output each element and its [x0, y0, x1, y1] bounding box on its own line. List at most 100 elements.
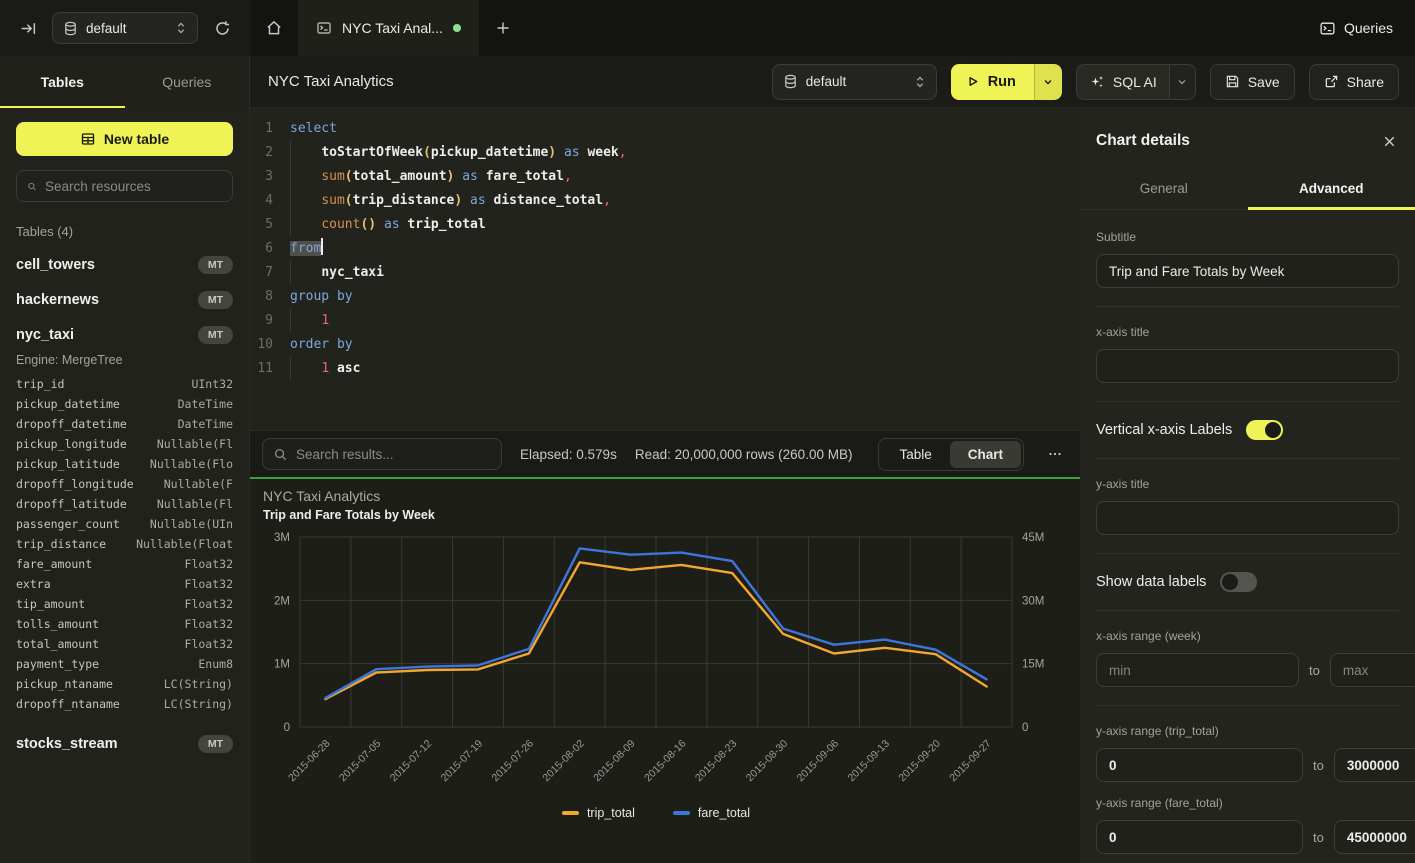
toggle-knob — [1265, 422, 1281, 438]
tab-nyc-taxi-analytics[interactable]: NYC Taxi Anal... — [298, 0, 479, 56]
subtitle-input[interactable] — [1096, 254, 1399, 288]
refresh-button[interactable] — [208, 14, 236, 42]
queries-button[interactable]: Queries — [1319, 20, 1393, 37]
column-name: dropoff_latitude — [16, 497, 127, 511]
line-number: 9 — [250, 309, 290, 333]
x-axis-label: 2015-08-30 — [744, 738, 791, 785]
results-more-button[interactable] — [1042, 446, 1068, 462]
to-label: to — [1313, 758, 1324, 773]
resource-search-input[interactable] — [45, 179, 222, 194]
save-button-label: Save — [1248, 74, 1280, 90]
column-type: UInt32 — [191, 377, 233, 391]
share-icon — [1324, 74, 1339, 89]
right-axis-tick: 30M — [1022, 595, 1044, 607]
chart-details-body: Subtitle x-axis title Vertical x-axis La… — [1080, 210, 1415, 863]
y-axis-title-input[interactable] — [1096, 501, 1399, 535]
y-range-fare-min-input[interactable] — [1096, 820, 1303, 854]
tab-advanced[interactable]: Advanced — [1248, 170, 1415, 209]
left-axis-tick: 2M — [274, 595, 290, 607]
column-name: trip_distance — [16, 537, 106, 551]
table-row[interactable]: cell_towersMT — [16, 256, 233, 274]
column-type: DateTime — [178, 417, 233, 431]
column-row: extraFloat32 — [16, 577, 233, 597]
home-button[interactable] — [250, 0, 298, 56]
sparkles-icon — [1089, 74, 1105, 90]
y-range-trip-min-input[interactable] — [1096, 748, 1303, 782]
new-tab-button[interactable] — [479, 0, 527, 56]
results-search-input[interactable] — [296, 447, 491, 462]
ellipsis-icon — [1047, 446, 1063, 462]
chart-view-button[interactable]: Chart — [950, 441, 1021, 468]
sql-ai-button[interactable]: SQL AI — [1076, 64, 1196, 100]
sql-editor[interactable]: 1select2 toStartOfWeek(pickup_datetime) … — [250, 108, 1080, 430]
chevron-down-icon — [1042, 76, 1054, 88]
table-view-button[interactable]: Table — [881, 441, 949, 468]
y-range-trip-max-input[interactable] — [1334, 748, 1415, 782]
tables-list: cell_towersMThackernewsMTnyc_taxiMTEngin… — [16, 256, 233, 753]
x-axis-label: 2015-07-26 — [490, 738, 537, 785]
y-axis-title-label: y-axis title — [1096, 477, 1399, 491]
column-type: Nullable(UIn — [150, 517, 233, 531]
column-name: passenger_count — [16, 517, 120, 531]
toolbar-database-value: default — [806, 74, 847, 89]
resource-search[interactable] — [16, 170, 233, 202]
editor-line: 1select — [250, 117, 1080, 141]
search-icon — [27, 179, 37, 194]
database-selector[interactable]: default — [52, 12, 198, 44]
sql-console-app: default NYC Taxi Anal... — [0, 0, 1415, 863]
sidebar-tabs: Tables Queries — [0, 56, 250, 108]
line-number: 2 — [250, 141, 290, 165]
tab-general[interactable]: General — [1080, 170, 1248, 209]
to-label: to — [1309, 663, 1320, 678]
legend-item-fare_total[interactable]: fare_total — [673, 806, 750, 820]
collapse-sidebar-button[interactable] — [14, 14, 42, 42]
x-axis-title-label: x-axis title — [1096, 325, 1399, 339]
engine-badge: MT — [198, 735, 233, 753]
to-label: to — [1313, 830, 1324, 845]
collapse-sidebar-icon — [20, 20, 37, 37]
vertical-x-axis-labels-toggle[interactable] — [1246, 420, 1283, 440]
table-row[interactable]: stocks_streamMT — [16, 735, 233, 753]
table-row[interactable]: nyc_taxiMT — [16, 326, 233, 344]
line-number: 3 — [250, 165, 290, 189]
new-table-button[interactable]: New table — [16, 122, 233, 156]
editor-line: 7 nyc_taxi — [250, 261, 1080, 285]
top-bar: default NYC Taxi Anal... — [0, 0, 1415, 56]
chart-details-panel: Chart details General Advanced Subtitle … — [1080, 108, 1415, 863]
results-search[interactable] — [262, 438, 502, 470]
x-axis-label: 2015-07-05 — [337, 738, 384, 785]
top-bar-right: Queries — [1319, 0, 1415, 56]
toolbar-database-selector[interactable]: default — [772, 64, 937, 100]
search-icon — [273, 447, 288, 462]
database-selector-value: default — [86, 21, 127, 36]
x-axis-label: 2015-07-12 — [388, 738, 435, 785]
save-button[interactable]: Save — [1210, 64, 1295, 100]
show-data-labels-toggle[interactable] — [1220, 572, 1257, 592]
sql-ai-main[interactable]: SQL AI — [1077, 65, 1169, 99]
sidebar-tab-tables[interactable]: Tables — [0, 56, 125, 108]
share-button[interactable]: Share — [1309, 64, 1399, 100]
column-row: dropoff_longitudeNullable(F — [16, 477, 233, 497]
chevron-down-icon — [1176, 76, 1188, 88]
column-type: Nullable(Float — [136, 537, 233, 551]
run-button[interactable]: Run — [951, 64, 1062, 100]
run-options-button[interactable] — [1034, 64, 1062, 100]
x-axis-title-input[interactable] — [1096, 349, 1399, 383]
column-row: dropoff_datetimeDateTime — [16, 417, 233, 437]
column-row: dropoff_latitudeNullable(Fl — [16, 497, 233, 517]
legend-item-trip_total[interactable]: trip_total — [562, 806, 635, 820]
column-row: tip_amountFloat32 — [16, 597, 233, 617]
column-name: trip_id — [16, 377, 64, 391]
y-range-fare-max-input[interactable] — [1334, 820, 1415, 854]
sql-ai-options-button[interactable] — [1169, 65, 1195, 99]
close-icon[interactable] — [1382, 134, 1397, 149]
table-row[interactable]: hackernewsMT — [16, 291, 233, 309]
x-range-max-input[interactable] — [1330, 653, 1415, 687]
x-range-min-input[interactable] — [1096, 653, 1299, 687]
chevron-up-down-icon — [914, 75, 926, 89]
column-row: trip_id UInt32 — [16, 377, 233, 397]
sidebar-tab-queries[interactable]: Queries — [125, 56, 250, 108]
column-name: tolls_amount — [16, 617, 99, 631]
run-button-main[interactable]: Run — [951, 64, 1034, 100]
column-name: pickup_latitude — [16, 457, 120, 471]
